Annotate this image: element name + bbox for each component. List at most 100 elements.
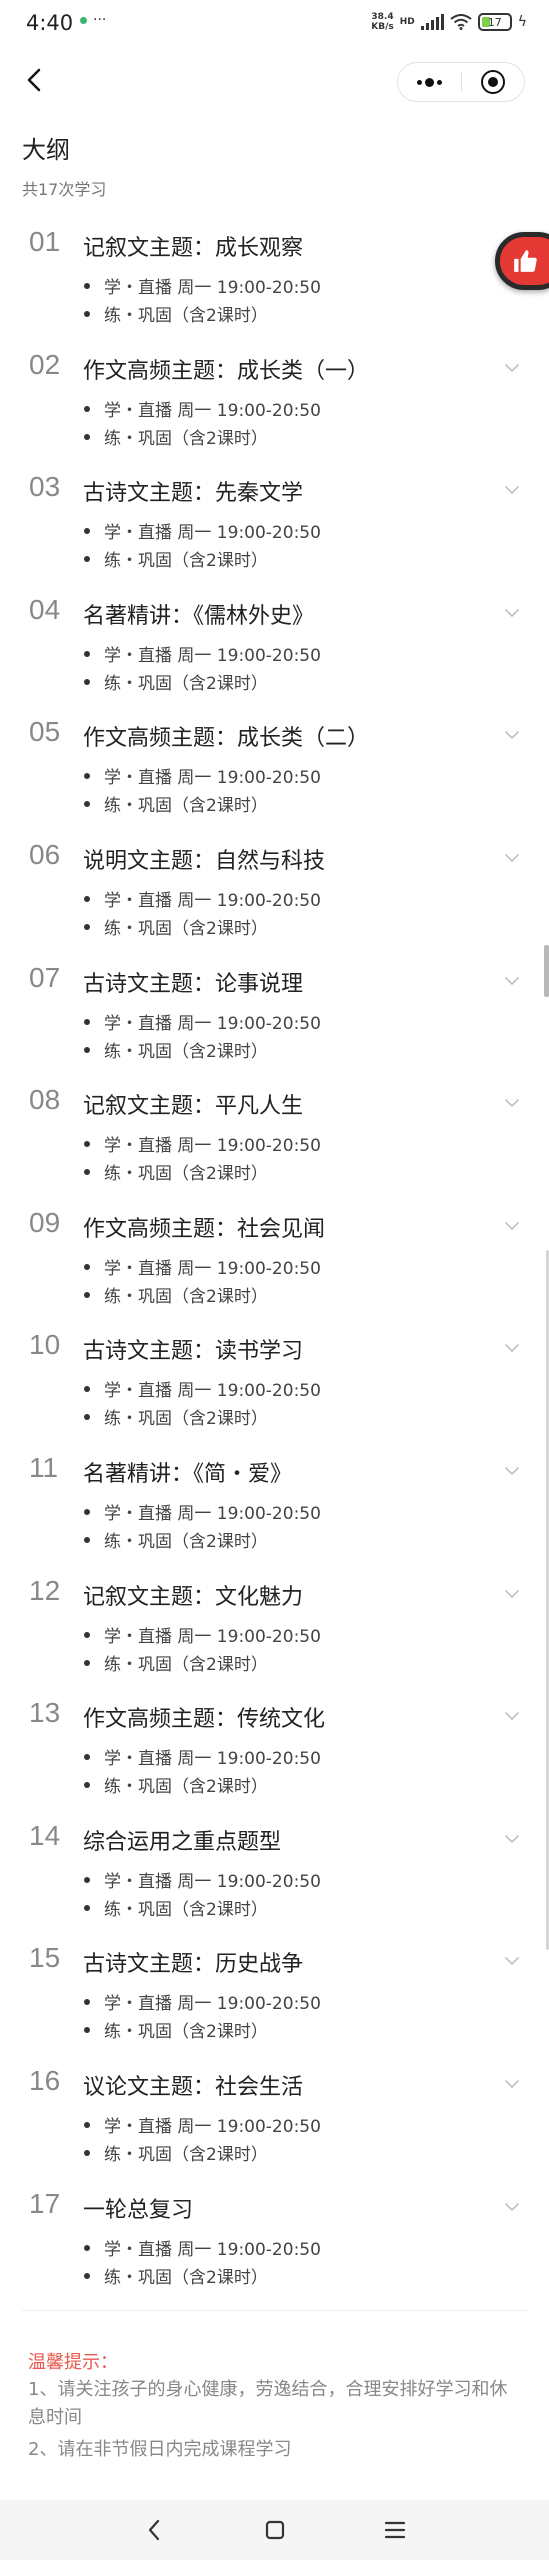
outline-item[interactable]: 15 古诗文主题：历史战争 学・直播 周一 19:00-20:50 练・巩固（含2课时… [0, 1938, 549, 2061]
lesson-title: 古诗文主题：论事说理 [83, 971, 304, 997]
bullet-icon [84, 556, 90, 563]
outline-item[interactable]: 06 说明文主题：自然与科技 学・直播 周一 19:00-20:50 练・巩固（含2课… [0, 835, 549, 958]
lesson-number: 10 [29, 1329, 61, 1361]
chevron-down-icon[interactable] [503, 2198, 521, 2216]
system-home-button[interactable] [259, 2514, 291, 2546]
lesson-practice: 练・巩固（含2课时） [84, 424, 268, 449]
more-button[interactable] [398, 63, 461, 101]
lesson-number: 07 [29, 961, 61, 993]
chevron-down-icon[interactable] [503, 726, 521, 744]
lesson-live-text: 学・直播 周一 19:00-20:50 [104, 1626, 321, 1647]
bullet-icon [84, 773, 90, 780]
lesson-title: 古诗文主题：先秦文学 [83, 481, 304, 507]
outline-item[interactable]: 17 一轮总复习 学・直播 周一 19:00-20:50 练・巩固（含2课时） [0, 2184, 549, 2307]
lesson-number: 14 [29, 1819, 61, 1851]
outline-item[interactable]: 09 作文高频主题：社会见闻 学・直播 周一 19:00-20:50 练・巩固（含2课… [0, 1203, 549, 1326]
lesson-practice: 练・巩固（含2课时） [84, 1159, 268, 1184]
like-button[interactable] [495, 232, 549, 290]
bullet-icon [84, 1536, 90, 1543]
lesson-practice: 练・巩固（含2课时） [84, 1282, 268, 1307]
system-back-button[interactable] [138, 2514, 170, 2546]
lesson-title: 作文高频主题：社会见闻 [83, 1216, 326, 1242]
chevron-down-icon[interactable] [503, 1462, 521, 1480]
scrollbar-thumb[interactable] [544, 945, 549, 997]
outline-item[interactable]: 08 记叙文主题：平凡人生 学・直播 周一 19:00-20:50 练・巩固（含2课时… [0, 1080, 549, 1203]
outline-item[interactable]: 01 记叙文主题：成长观察 学・直播 周一 19:00-20:50 练・巩固（含2课时… [0, 222, 549, 345]
chevron-down-icon[interactable] [503, 1094, 521, 1112]
bullet-icon [84, 650, 90, 657]
chevron-down-icon[interactable] [503, 1952, 521, 1970]
lesson-live-text: 学・直播 周一 19:00-20:50 [104, 523, 321, 544]
lesson-title: 名著精讲：《儒林外史》 [83, 603, 315, 629]
chevron-down-icon[interactable] [503, 1339, 521, 1357]
outline-item[interactable]: 05 作文高频主题：成长类（二） 学・直播 周一 19:00-20:50 练・巩固（含… [0, 712, 549, 835]
lesson-title: 综合运用之重点题型 [83, 1829, 282, 1855]
system-menu-button[interactable] [379, 2514, 411, 2546]
status-extra: ··· [93, 12, 107, 28]
chevron-down-icon[interactable] [503, 604, 521, 622]
lesson-title: 说明文主题：自然与科技 [83, 848, 326, 874]
lesson-live-session: 学・直播 周一 19:00-20:50 [84, 518, 321, 543]
status-notifications: ··· [80, 12, 106, 28]
tip-1: 1、请关注孩子的身心健康，劳逸结合，合理安排好学习和休息时间 [28, 2379, 508, 2428]
chevron-down-icon[interactable] [503, 849, 521, 867]
lesson-practice-text: 练・巩固（含2课时） [104, 1531, 268, 1552]
close-miniprogram-button[interactable] [462, 63, 525, 101]
chevron-down-icon[interactable] [503, 2075, 521, 2093]
outline-item[interactable]: 13 作文高频主题：传统文化 学・直播 周一 19:00-20:50 练・巩固（含2课… [0, 1693, 549, 1816]
bullet-icon [84, 2121, 90, 2128]
nav-bar [0, 50, 549, 110]
signal-icon [420, 14, 444, 30]
lesson-title: 名著精讲：《简・爱》 [83, 1461, 293, 1487]
outline-item[interactable]: 11 名著精讲：《简・爱》 学・直播 周一 19:00-20:50 练・巩固（含2课时… [0, 1448, 549, 1571]
chevron-down-icon[interactable] [503, 1585, 521, 1603]
chevron-down-icon[interactable] [503, 481, 521, 499]
outline-item[interactable]: 14 综合运用之重点题型 学・直播 周一 19:00-20:50 练・巩固（含2课时） [0, 1816, 549, 1939]
bullet-icon [84, 1263, 90, 1270]
lesson-practice-text: 练・巩固（含2课时） [104, 918, 268, 939]
bullet-icon [84, 1876, 90, 1883]
tips-title: 温馨提示： [28, 2352, 118, 2373]
chevron-down-icon[interactable] [503, 1217, 521, 1235]
bullet-icon [84, 1141, 90, 1148]
back-button[interactable] [14, 60, 54, 100]
lesson-live-session: 学・直播 周一 19:00-20:50 [84, 1254, 321, 1279]
outline-item[interactable]: 10 古诗文主题：读书学习 学・直播 周一 19:00-20:50 练・巩固（含2课时… [0, 1325, 549, 1448]
bullet-icon [84, 1386, 90, 1393]
lesson-practice-text: 练・巩固（含2课时） [104, 796, 268, 817]
lesson-live-session: 学・直播 周一 19:00-20:50 [84, 1499, 321, 1524]
chevron-down-icon[interactable] [503, 972, 521, 990]
lesson-practice: 练・巩固（含2课时） [84, 1895, 268, 1920]
lesson-title: 作文高频主题：成长类（一） [83, 358, 370, 384]
lesson-practice-text: 练・巩固（含2课时） [104, 1899, 268, 1920]
lesson-number: 17 [29, 2187, 61, 2219]
chevron-down-icon[interactable] [503, 1707, 521, 1725]
outline-item[interactable]: 16 议论文主题：社会生活 学・直播 周一 19:00-20:50 练・巩固（含2课时… [0, 2061, 549, 2184]
target-icon [480, 70, 505, 94]
outline-item[interactable]: 03 古诗文主题：先秦文学学・直播 周一 19:00-20:50 练・巩固（含2课时… [0, 467, 549, 590]
outline-item[interactable]: 02 作文高频主题：成长类（一） 学・直播 周一 19:00-20:50 练・巩固（含… [0, 345, 549, 468]
lesson-live-text: 学・直播 周一 19:00-20:50 [104, 645, 321, 666]
bullet-icon [84, 2027, 90, 2034]
chevron-down-icon[interactable] [503, 359, 521, 377]
outline-list: 01 记叙文主题：成长观察 学・直播 周一 19:00-20:50 练・巩固（含2课时… [0, 222, 549, 2306]
outline-item[interactable]: 07 古诗文主题：论事说理 学・直播 周一 19:00-20:50 练・巩固（含2课时… [0, 958, 549, 1081]
lesson-number: 05 [29, 716, 61, 748]
bullet-icon [84, 283, 90, 289]
lesson-practice: 练・巩固（含2课时） [84, 546, 268, 571]
outline-item[interactable]: 04 名著精讲：《儒林外史》 学・直播 周一 19:00-20:50 练・巩固（含2课… [0, 590, 549, 713]
lesson-live-session: 学・直播 周一 19:00-20:50 [84, 1744, 321, 1769]
lesson-title: 记叙文主题：平凡人生 [83, 1094, 304, 1120]
lesson-number: 01 [29, 226, 61, 257]
lesson-number: 03 [29, 471, 61, 503]
lesson-practice-text: 练・巩固（含2课时） [104, 1654, 268, 1675]
status-time: 4:40 [26, 11, 74, 35]
network-speed: 38.4 KB/s [371, 12, 393, 32]
chevron-down-icon[interactable] [503, 1830, 521, 1848]
network-type: HD [399, 17, 415, 27]
page-title: 大纲 [22, 136, 70, 164]
lesson-practice-text: 练・巩固（含2课时） [104, 428, 268, 449]
outline-item[interactable]: 12 记叙文主题：文化魅力 学・直播 周一 19:00-20:50 练・巩固（含2课时… [0, 1571, 549, 1694]
lesson-live-session: 学・直播 周一 19:00-20:50 [84, 886, 321, 911]
back-arrow-icon [148, 2519, 160, 2541]
